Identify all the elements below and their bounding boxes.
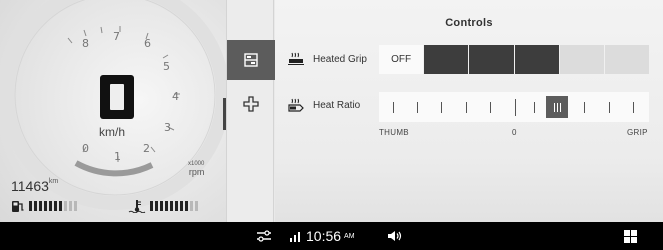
odometer-unit: km [48,178,59,185]
heat-ratio-row: Heat Ratio [287,98,360,112]
temperature-bar-segment [160,201,163,211]
odometer: 11463km [11,178,58,194]
temperature-bar-segment [180,201,183,211]
clock: 10:56 AM [306,222,355,250]
fuel-bar-segment [49,201,52,211]
fuel-level-bars [29,201,77,211]
fuel-bar-segment [59,201,62,211]
nav-add-button[interactable] [227,84,275,124]
heat-ratio-slider[interactable] [379,92,649,122]
clock-ampm: AM [344,232,355,240]
heated-grip-level-3[interactable] [514,45,559,74]
fuel-bar-segment [74,201,77,211]
tach-number-5: 5 [163,60,170,73]
heated-grip-level-5[interactable] [604,45,650,74]
heat-ratio-right-label: GRIP [627,128,648,137]
tach-number-6: 6 [144,37,151,50]
fuel-bar-segment [29,201,32,211]
slider-tick [584,102,585,113]
app-grid-button[interactable] [624,222,637,250]
heat-ratio-slider-thumb[interactable] [546,96,568,118]
slider-tick [633,102,634,113]
speaker-icon [388,231,402,241]
nav-controls-button[interactable] [227,40,275,80]
slider-center-tick [515,99,516,116]
scroll-indicator [223,98,226,130]
fuel-bar-segment [34,201,37,211]
signal-strength [289,222,301,250]
heat-ratio-icon [288,98,304,112]
coolant-temperature-icon [128,200,146,213]
temperature-bar-segment [170,201,173,211]
tach-number-2: 2 [143,142,150,155]
temperature-gauge [128,199,198,213]
odometer-value: 11463 [11,178,49,194]
fuel-bar-segment [64,201,67,211]
slider-tick [417,102,418,113]
heated-grip-selector[interactable]: OFF [379,45,650,74]
heated-grip-level-1[interactable] [424,45,469,74]
slider-tick [393,102,394,113]
heat-ratio-left-label: THUMB [379,128,409,137]
rpm-unit: x1000 rpm [188,161,205,177]
fuel-bar-segment [54,201,57,211]
temperature-level-bars [150,201,198,211]
signal-strength-icon [290,232,300,242]
toggle-settings-icon [257,230,271,242]
fuel-pump-icon [12,201,24,212]
heated-grip-level-4[interactable] [559,45,604,74]
temperature-bar-segment [190,201,193,211]
side-navigation [223,0,275,222]
volume-button[interactable] [387,222,403,250]
speed-unit: km/h [99,125,126,139]
heated-grip-row: Heated Grip [287,52,367,66]
temperature-bar-segment [155,201,158,211]
temperature-bar-segment [185,201,188,211]
tach-number-1: 1 [114,150,121,163]
tach-number-7: 7 [113,30,120,43]
heat-ratio-label: Heat Ratio [313,99,361,111]
temperature-bar-segment [150,201,153,211]
controls-icon [244,53,258,67]
tach-number-3: 3 [164,121,171,134]
tach-number-8: 8 [82,37,89,50]
instrument-cluster: 8 7 6 5 4 3 2 1 0 km/h x1000 rpm 11463km [0,0,226,222]
speed-digit [100,75,134,119]
tach-number-0: 0 [82,142,89,155]
slider-tick [534,102,535,113]
grid-icon [624,229,637,243]
heated-grip-icon [288,52,304,65]
heat-ratio-center-label: 0 [512,128,517,137]
fuel-bar-segment [69,201,72,211]
settings-toggle-button[interactable] [256,222,272,250]
temperature-bar-segment [195,201,198,211]
status-bar: 10:56 AM [0,222,663,250]
fuel-bar-segment [39,201,42,211]
controls-panel: Controls Heated Grip OFF Heat Ratio THUM… [275,0,663,222]
heated-grip-label: Heated Grip [313,53,367,65]
slider-tick [466,102,467,113]
temperature-bar-segment [175,201,178,211]
heated-grip-level-2[interactable] [469,45,514,74]
clock-time: 10:56 [306,228,342,244]
controls-title: Controls [445,17,493,29]
heated-grip-off-option[interactable]: OFF [379,45,424,74]
slider-tick [490,102,491,113]
fuel-bar-segment [44,201,47,211]
fuel-gauge [11,199,77,213]
plus-icon [243,96,259,112]
slider-tick [609,102,610,113]
tach-number-4: 4 [172,90,179,103]
slider-tick [441,102,442,113]
temperature-bar-segment [165,201,168,211]
